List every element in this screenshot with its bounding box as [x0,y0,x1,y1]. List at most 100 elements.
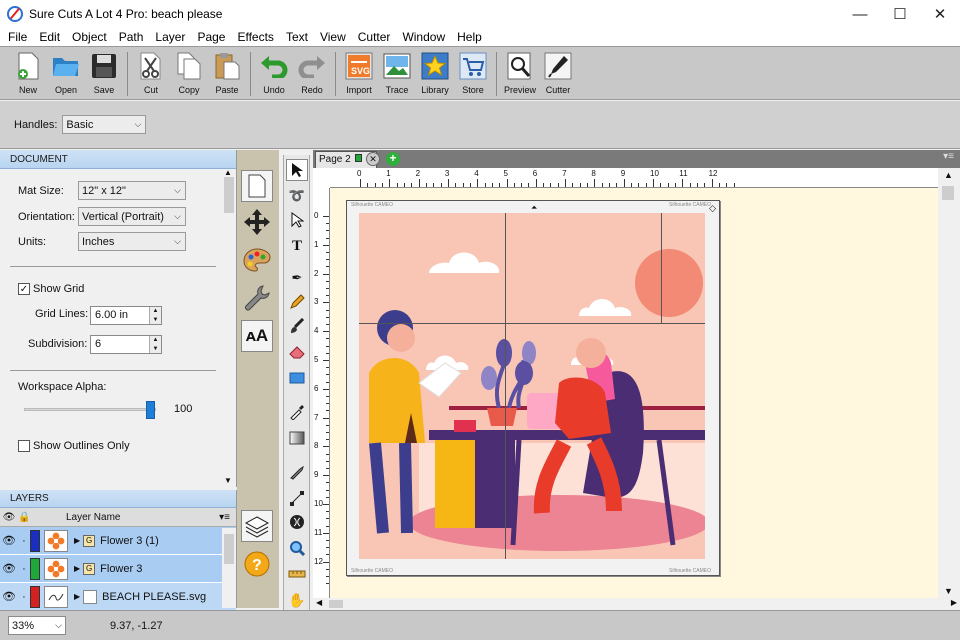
expand-arrow-icon[interactable]: ▶ [74,592,80,601]
close-button[interactable]: ✕ [920,0,960,28]
eraser-tool[interactable] [286,341,308,363]
tab-menu-icon[interactable]: ▾≡ [943,151,954,162]
lock-toggle[interactable]: · [18,563,30,575]
design-artwork[interactable] [359,213,705,559]
layer-row[interactable]: 👁 · ▶ G Flower 3 [0,555,236,583]
layer-color-swatch[interactable] [30,529,40,552]
workspace-alpha-slider-thumb[interactable] [146,401,155,419]
add-page-icon[interactable]: + [386,152,400,166]
menu-help[interactable]: Help [451,30,488,44]
scroll-up-icon[interactable]: ▲ [224,168,232,177]
copy-button[interactable]: Copy [170,47,208,99]
scroll-left-icon[interactable]: ◀ [316,598,322,607]
document-scrollbar[interactable]: ▲ ▼ [222,168,236,487]
save-button[interactable]: Save [85,47,123,99]
menu-page[interactable]: Page [191,30,231,44]
undo-button[interactable]: Undo [255,47,293,99]
text-panel-tab[interactable]: ᴀA [241,320,273,352]
lasso-tool[interactable]: ➰ [286,185,308,207]
canvas-horizontal-scrollbar[interactable]: ◀ ▶ [313,598,960,610]
layer-color-swatch[interactable] [30,557,40,580]
spin-down-icon[interactable]: ▼ [153,346,159,352]
library-button[interactable]: Library [416,47,454,99]
close-tab-icon[interactable]: ✕ [366,152,380,166]
mat-size-select[interactable]: 12" x 12" ⌵ [78,181,186,200]
trace-button[interactable]: Trace [378,47,416,99]
zoom-select[interactable]: 33% ⌵ [8,616,66,635]
menu-path[interactable]: Path [113,30,150,44]
scrollbar-thumb[interactable] [329,600,343,608]
node-edit-tool[interactable] [286,209,308,231]
cutter-button[interactable]: Cutter [539,47,577,99]
canvas-vertical-scrollbar[interactable]: ▲ ▼ [938,168,960,598]
menu-object[interactable]: Object [66,30,113,44]
menu-text[interactable]: Text [280,30,314,44]
orientation-select[interactable]: Vertical (Portrait) ⌵ [78,207,186,226]
gradient-tool[interactable] [286,427,308,449]
layers-panel-tab[interactable] [241,510,273,542]
tools-panel-tab[interactable] [241,282,273,314]
spin-up-icon[interactable]: ▲ [153,337,159,343]
scroll-down-icon[interactable]: ▼ [944,586,953,596]
lock-toggle[interactable]: · [18,591,30,603]
pencil-tool[interactable] [286,291,308,313]
menu-window[interactable]: Window [396,30,451,44]
handles-select[interactable]: Basic ⌵ [62,115,147,134]
visibility-eye-icon[interactable]: 👁 [0,534,18,547]
text-tool[interactable]: T [286,235,308,257]
grid-lines-stepper[interactable]: 6.00 in ▲ ▼ [90,306,162,325]
knife-tool[interactable] [286,461,308,483]
scrollbar-thumb[interactable] [942,186,954,200]
minimize-button[interactable]: — [840,0,880,28]
select-tool[interactable] [286,159,308,181]
visibility-eye-icon[interactable]: 👁 [0,562,18,575]
measure-tool[interactable] [286,563,308,585]
transform-panel-tab[interactable] [241,206,273,238]
expand-arrow-icon[interactable]: ▶ [74,564,80,573]
units-select[interactable]: Inches ⌵ [78,232,186,251]
zoom-tool[interactable] [286,537,308,559]
layer-row[interactable]: 👁 · ▶ G Flower 3 (1) [0,527,236,555]
show-grid-checkbox[interactable]: ✓ [18,283,30,295]
spin-down-icon[interactable]: ▼ [153,317,159,323]
path-edit-tool[interactable] [286,487,308,509]
scroll-right-icon[interactable]: ▶ [951,598,957,607]
subdivision-stepper[interactable]: 6 ▲ ▼ [90,335,162,354]
grid-lines-value[interactable]: 6.00 in [91,307,149,324]
layer-row[interactable]: 👁 · ▶ BEACH PLEASE.svg [0,583,236,611]
shape-tool[interactable] [286,367,308,389]
preview-button[interactable]: Preview [501,47,539,99]
import-button[interactable]: SVG Import [340,47,378,99]
expand-arrow-icon[interactable]: ▶ [74,536,80,545]
show-outlines-checkbox[interactable] [18,440,30,452]
help-panel-tab[interactable]: ? [241,548,273,580]
menu-effects[interactable]: Effects [231,30,279,44]
scrollbar-thumb[interactable] [224,177,234,213]
menu-view[interactable]: View [314,30,352,44]
new-button[interactable]: New [9,47,47,99]
lock-toggle[interactable]: · [18,535,30,547]
redo-button[interactable]: Redo [293,47,331,99]
layers-menu-icon[interactable]: ▾≡ [219,512,230,523]
menu-edit[interactable]: Edit [33,30,66,44]
paste-button[interactable]: Paste [208,47,246,99]
brush-tool[interactable] [286,315,308,337]
spin-up-icon[interactable]: ▲ [153,308,159,314]
workspace-alpha-slider-track[interactable] [24,408,156,411]
subdivision-value[interactable]: 6 [91,336,149,353]
maximize-button[interactable]: ☐ [880,0,920,28]
layers-scrollbar[interactable] [222,528,236,608]
store-button[interactable]: Store [454,47,492,99]
open-button[interactable]: Open [47,47,85,99]
layer-color-swatch[interactable] [30,585,40,608]
visibility-eye-icon[interactable]: 👁 [0,590,18,603]
weld-tool[interactable] [286,511,308,533]
scrollbar-thumb[interactable] [224,534,234,564]
cut-button[interactable]: Cut [132,47,170,99]
menu-cutter[interactable]: Cutter [352,30,397,44]
scroll-down-icon[interactable]: ▼ [224,476,232,485]
menu-layer[interactable]: Layer [149,30,191,44]
hand-tool[interactable]: ✋ [286,589,308,611]
document-panel-tab[interactable] [241,170,273,202]
fill-panel-tab[interactable] [241,244,273,276]
